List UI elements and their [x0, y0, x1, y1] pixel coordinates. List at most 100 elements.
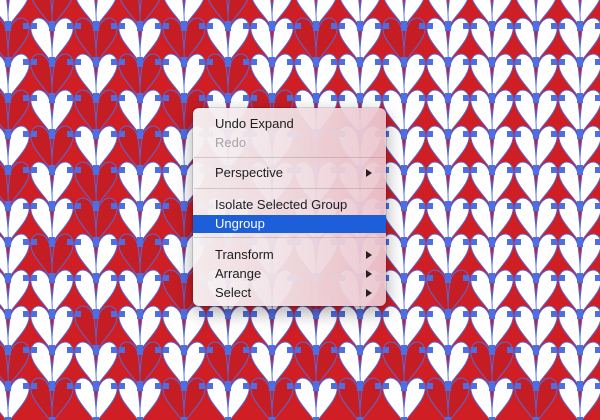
anchor-point[interactable] — [445, 97, 451, 103]
anchor-point[interactable] — [471, 275, 477, 281]
anchor-point[interactable] — [199, 347, 205, 353]
anchor-point[interactable] — [515, 167, 521, 173]
anchor-point[interactable] — [23, 311, 29, 317]
anchor-point[interactable] — [559, 95, 565, 101]
anchor-point[interactable] — [383, 311, 389, 317]
anchor-point[interactable] — [489, 241, 495, 247]
anchor-point[interactable] — [419, 131, 425, 137]
anchor-point[interactable] — [515, 23, 521, 29]
anchor-point[interactable] — [49, 385, 55, 391]
anchor-point[interactable] — [163, 131, 169, 137]
anchor-point[interactable] — [119, 383, 125, 389]
anchor-point[interactable] — [507, 59, 513, 65]
anchor-point[interactable] — [515, 239, 521, 245]
anchor-point[interactable] — [287, 95, 293, 101]
anchor-point[interactable] — [463, 347, 469, 353]
anchor-point[interactable] — [313, 313, 319, 319]
anchor-point[interactable] — [489, 349, 495, 355]
anchor-point[interactable] — [595, 131, 600, 137]
anchor-point[interactable] — [181, 205, 187, 211]
anchor-point[interactable] — [445, 25, 451, 31]
anchor-point[interactable] — [577, 241, 583, 247]
anchor-point[interactable] — [75, 131, 81, 137]
anchor-point[interactable] — [93, 61, 99, 67]
anchor-point[interactable] — [559, 275, 565, 281]
anchor-point[interactable] — [463, 167, 469, 173]
anchor-point[interactable] — [331, 383, 337, 389]
anchor-point[interactable] — [595, 347, 600, 353]
menu-item-isolate-selected-group[interactable]: Isolate Selected Group — [193, 196, 386, 214]
anchor-point[interactable] — [31, 203, 37, 209]
anchor-point[interactable] — [31, 383, 37, 389]
anchor-point[interactable] — [295, 311, 301, 317]
anchor-point[interactable] — [463, 311, 469, 317]
anchor-point[interactable] — [287, 383, 293, 389]
anchor-point[interactable] — [243, 59, 249, 65]
anchor-point[interactable] — [339, 383, 345, 389]
anchor-point[interactable] — [93, 277, 99, 283]
anchor-point[interactable] — [401, 241, 407, 247]
anchor-point[interactable] — [23, 275, 29, 281]
anchor-point[interactable] — [181, 277, 187, 283]
anchor-point[interactable] — [339, 59, 345, 65]
anchor-point[interactable] — [93, 313, 99, 319]
anchor-point[interactable] — [375, 95, 381, 101]
anchor-point[interactable] — [67, 59, 73, 65]
anchor-point[interactable] — [577, 277, 583, 283]
anchor-point[interactable] — [5, 241, 11, 247]
anchor-point[interactable] — [111, 131, 117, 137]
anchor-point[interactable] — [225, 349, 231, 355]
anchor-point[interactable] — [75, 275, 81, 281]
anchor-point[interactable] — [383, 383, 389, 389]
anchor-point[interactable] — [533, 205, 539, 211]
anchor-point[interactable] — [111, 167, 117, 173]
anchor-point[interactable] — [111, 239, 117, 245]
anchor-point[interactable] — [375, 383, 381, 389]
anchor-point[interactable] — [533, 313, 539, 319]
anchor-point[interactable] — [419, 383, 425, 389]
anchor-point[interactable] — [251, 23, 257, 29]
anchor-point[interactable] — [67, 23, 73, 29]
anchor-point[interactable] — [207, 59, 213, 65]
anchor-point[interactable] — [471, 59, 477, 65]
anchor-point[interactable] — [199, 23, 205, 29]
anchor-point[interactable] — [137, 25, 143, 31]
anchor-point[interactable] — [67, 347, 73, 353]
anchor-point[interactable] — [489, 313, 495, 319]
anchor-point[interactable] — [287, 311, 293, 317]
anchor-point[interactable] — [93, 97, 99, 103]
anchor-point[interactable] — [251, 59, 257, 65]
anchor-point[interactable] — [49, 25, 55, 31]
anchor-point[interactable] — [339, 23, 345, 29]
anchor-point[interactable] — [463, 203, 469, 209]
anchor-point[interactable] — [181, 61, 187, 67]
anchor-point[interactable] — [357, 385, 363, 391]
anchor-point[interactable] — [383, 347, 389, 353]
anchor-point[interactable] — [445, 277, 451, 283]
anchor-point[interactable] — [75, 23, 81, 29]
anchor-point[interactable] — [75, 167, 81, 173]
anchor-point[interactable] — [67, 95, 73, 101]
anchor-point[interactable] — [515, 59, 521, 65]
anchor-point[interactable] — [489, 169, 495, 175]
anchor-point[interactable] — [207, 347, 213, 353]
anchor-point[interactable] — [31, 275, 37, 281]
anchor-point[interactable] — [577, 313, 583, 319]
anchor-point[interactable] — [331, 95, 337, 101]
anchor-point[interactable] — [507, 383, 513, 389]
anchor-point[interactable] — [401, 313, 407, 319]
anchor-point[interactable] — [445, 385, 451, 391]
anchor-point[interactable] — [489, 61, 495, 67]
anchor-point[interactable] — [471, 311, 477, 317]
anchor-point[interactable] — [515, 131, 521, 137]
anchor-point[interactable] — [515, 95, 521, 101]
anchor-point[interactable] — [111, 311, 117, 317]
anchor-point[interactable] — [5, 313, 11, 319]
anchor-point[interactable] — [577, 133, 583, 139]
anchor-point[interactable] — [199, 383, 205, 389]
anchor-point[interactable] — [5, 61, 11, 67]
anchor-point[interactable] — [401, 205, 407, 211]
anchor-point[interactable] — [559, 23, 565, 29]
anchor-point[interactable] — [331, 59, 337, 65]
anchor-point[interactable] — [181, 97, 187, 103]
